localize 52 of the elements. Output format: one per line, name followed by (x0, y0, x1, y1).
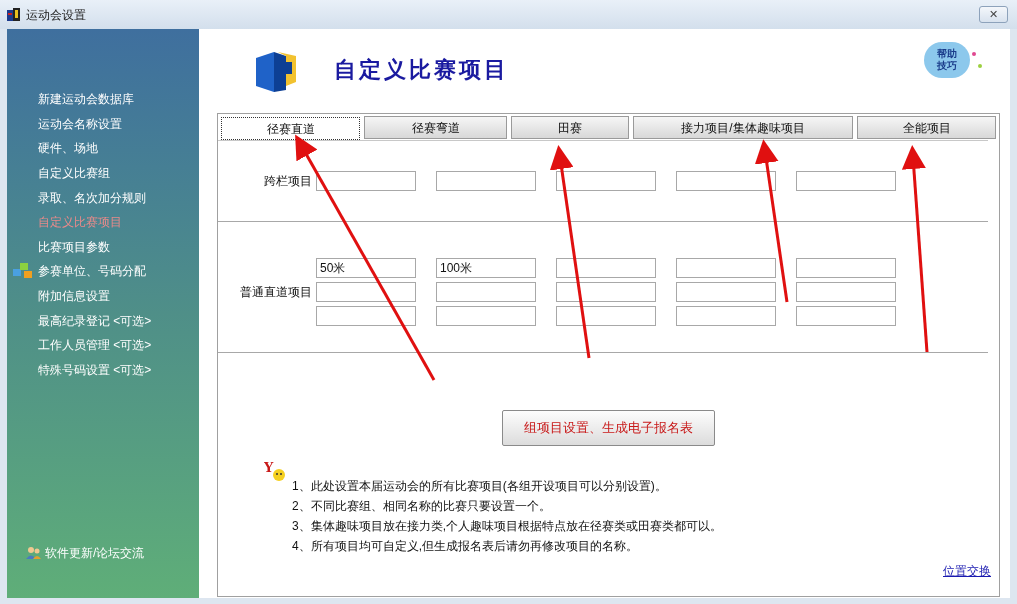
input-field[interactable]: 50米 (316, 258, 416, 278)
sidebar-item[interactable]: 自定义比赛组 (38, 164, 110, 183)
input-field[interactable] (676, 258, 776, 278)
tab[interactable]: 径赛弯道 (364, 116, 507, 139)
input-field[interactable] (796, 306, 896, 326)
input-field[interactable]: 100米 (436, 258, 536, 278)
people-icon (26, 546, 42, 560)
input-field[interactable] (676, 171, 776, 191)
tab[interactable]: 田赛 (511, 116, 629, 139)
note-text: 4、所有项目均可自定义,但生成报名表后请勿再修改项目的名称。 (292, 538, 639, 555)
input-field[interactable] (676, 282, 776, 302)
input-field[interactable] (316, 282, 416, 302)
blocks-icon (12, 262, 34, 281)
swap-link[interactable]: 位置交换 (943, 562, 991, 580)
sidebar-item[interactable]: 硬件、场地 (38, 139, 98, 158)
input-field[interactable] (556, 171, 656, 191)
section-label: 跨栏项目 (263, 173, 313, 190)
sidebar-item[interactable]: 工作人员管理 <可选> (38, 336, 152, 355)
input-field[interactable] (316, 306, 416, 326)
close-button[interactable]: ✕ (979, 6, 1008, 23)
input-field[interactable] (796, 282, 896, 302)
input-field[interactable] (556, 306, 656, 326)
input-field[interactable] (556, 258, 656, 278)
sidebar-item[interactable]: 参赛单位、号码分配 (38, 262, 146, 281)
input-field[interactable] (796, 171, 896, 191)
app-icon (6, 6, 22, 23)
sidebar-item[interactable]: 最高纪录登记 <可选> (38, 311, 152, 330)
forum-link[interactable]: 软件更新/论坛交流 (45, 544, 145, 562)
sidebar-item[interactable]: 录取、名次加分规则 (38, 188, 146, 207)
note-text: 2、不同比赛组、相同名称的比赛只要设置一个。 (292, 498, 552, 515)
window-title: 运动会设置 (26, 6, 86, 24)
input-field[interactable] (436, 171, 536, 191)
page-title: 自定义比赛项目 (334, 54, 509, 84)
input-field[interactable] (676, 306, 776, 326)
sidebar-item[interactable]: 新建运动会数据库 (38, 90, 134, 109)
input-field[interactable] (316, 171, 416, 191)
input-field[interactable] (436, 282, 536, 302)
input-field[interactable] (436, 306, 536, 326)
sidebar-item[interactable]: 附加信息设置 (38, 287, 110, 306)
tab[interactable]: 径赛直道 (221, 117, 360, 140)
generate-button[interactable]: 组项目设置、生成电子报名表 (502, 410, 715, 446)
tab[interactable]: 接力项目/集体趣味项目 (633, 116, 853, 139)
note-text: 1、此处设置本届运动会的所有比赛项目(各组开设项目可以分别设置)。 (292, 478, 668, 495)
section-label: 普通直道项目 (239, 284, 313, 301)
sidebar-item[interactable]: 运动会名称设置 (38, 114, 122, 133)
tab[interactable]: 全能项目 (857, 116, 996, 139)
note-text: 3、集体趣味项目放在接力类,个人趣味项目根据特点放在径赛类或田赛类都可以。 (292, 518, 722, 535)
sidebar-item[interactable]: 特殊号码设置 <可选> (38, 360, 152, 379)
sidebar-item[interactable]: 比赛项目参数 (38, 237, 110, 256)
help-badge[interactable]: 帮助 技巧 (924, 42, 970, 78)
input-field[interactable] (796, 258, 896, 278)
input-field[interactable] (556, 282, 656, 302)
